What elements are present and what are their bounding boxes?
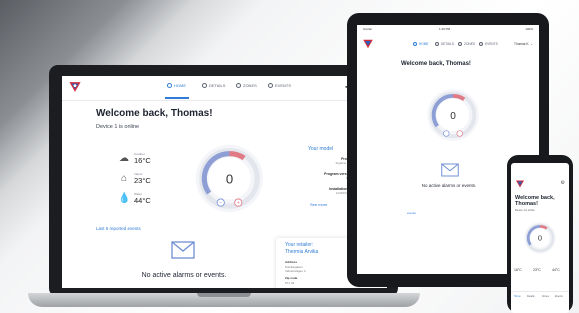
settings-icon[interactable]: ⚙ bbox=[561, 180, 565, 186]
cloud-icon: ☁ bbox=[119, 153, 129, 164]
svg-text:+: + bbox=[237, 200, 240, 206]
weather-indoor: ⌂ Indoor 23°C bbox=[118, 172, 151, 185]
retailer-card: Your retailer: Thermia Arvika Address Sn… bbox=[276, 238, 358, 288]
thermia-logo-icon[interactable] bbox=[515, 179, 525, 189]
nav-item-home[interactable]: HOME bbox=[167, 83, 186, 88]
weather-outdoor: ☁ Outdoor 16°C bbox=[118, 152, 151, 165]
tab-home[interactable]: Home bbox=[514, 295, 521, 298]
thermia-logo-icon[interactable] bbox=[68, 80, 82, 94]
spec-program: Program version 8.73 bbox=[292, 172, 352, 180]
drop-icon: 💧 bbox=[118, 193, 131, 204]
top-nav: HOME DETAILS ZONES EVENTS ● Thomas K. ⌄ bbox=[62, 76, 387, 101]
spec-value: Sigaline 361 bbox=[335, 161, 352, 165]
device-status: Device 1 is online bbox=[96, 124, 140, 130]
thermia-logo-icon[interactable] bbox=[362, 38, 374, 50]
model-title: Your model bbox=[308, 146, 334, 152]
envelope-icon bbox=[441, 163, 459, 177]
events-icon bbox=[479, 42, 483, 46]
reported-events-link[interactable]: Last 5 reported events bbox=[96, 226, 141, 231]
laptop-screen: HOME DETAILS ZONES EVENTS ● Thomas K. ⌄ … bbox=[62, 76, 387, 288]
home-icon bbox=[413, 42, 417, 46]
nav-item-events[interactable]: EVENTS bbox=[479, 42, 498, 46]
laptop-notch bbox=[197, 293, 251, 297]
temperature-gauge[interactable]: 0 − + bbox=[193, 142, 266, 215]
nav-item-events[interactable]: EVENTS bbox=[268, 83, 291, 88]
page-title: Welcome back, Thomas! bbox=[515, 195, 555, 207]
address-line: Industrivägen 4 bbox=[285, 269, 306, 273]
temperature-gauge[interactable]: 0 bbox=[523, 221, 557, 255]
no-alarms-message: No active alarms or events. bbox=[141, 272, 227, 279]
details-icon bbox=[202, 83, 207, 88]
home-icon bbox=[167, 83, 172, 88]
nav-label: HOME bbox=[419, 42, 429, 46]
envelope-icon bbox=[171, 241, 195, 259]
tab-details[interactable]: Details bbox=[527, 295, 535, 298]
see-more-link[interactable]: See more bbox=[310, 202, 327, 207]
active-tab-indicator bbox=[165, 97, 189, 99]
nav-label: DETAILS bbox=[441, 42, 455, 46]
gauge-value: 0 bbox=[226, 172, 233, 187]
zones-icon bbox=[458, 42, 462, 46]
address-label: Address bbox=[285, 260, 298, 264]
page-title: Welcome back, Thomas! bbox=[96, 108, 213, 119]
no-alarms-message: No active alarms or events. bbox=[421, 183, 477, 188]
weather-value: 16°C bbox=[134, 156, 151, 165]
weather-water: 💧 Water 44°C bbox=[118, 192, 151, 205]
gauge-value: 0 bbox=[450, 111, 456, 122]
spec-value: 8.73 bbox=[292, 176, 352, 180]
decrease-button[interactable] bbox=[443, 130, 450, 137]
nav-label: ZONES bbox=[243, 83, 257, 88]
nav-item-zones[interactable]: ZONES bbox=[458, 42, 475, 46]
nav-item-home[interactable]: HOME bbox=[413, 42, 429, 46]
weather-value: 23°C bbox=[134, 176, 151, 185]
spec-profile: Profile Sigaline 361 bbox=[292, 157, 352, 165]
user-name: Thomas K. bbox=[514, 42, 530, 46]
spec-installation: Installation ID 12345XXXX bbox=[292, 187, 352, 195]
status-bar: Carrier 1:40 PM 100% bbox=[357, 25, 539, 33]
nav-label: ZONES bbox=[464, 42, 475, 46]
tab-zones[interactable]: Zones bbox=[542, 295, 549, 298]
svg-text:−: − bbox=[219, 200, 222, 206]
events-link[interactable]: events bbox=[407, 211, 416, 215]
nav-item-zones[interactable]: ZONES bbox=[236, 83, 257, 88]
weather-outdoor: 16°C bbox=[514, 268, 522, 272]
house-icon: ⌂ bbox=[120, 173, 128, 184]
nav-label: EVENTS bbox=[485, 42, 498, 46]
increase-button[interactable] bbox=[456, 130, 463, 137]
zipcode-value: 671 34 bbox=[285, 281, 295, 285]
battery-level: 100% bbox=[525, 27, 533, 31]
details-icon bbox=[435, 42, 439, 46]
phone-screen: ⚙ Welcome back, Thomas! Device 1 is onli… bbox=[511, 163, 569, 313]
weather-indoor: 23°C bbox=[533, 268, 541, 272]
nav-item-details[interactable]: DETAILS bbox=[202, 83, 225, 88]
weather-value: 44°C bbox=[134, 196, 151, 205]
nav-label: DETAILS bbox=[209, 83, 226, 88]
nav-item-details[interactable]: DETAILS bbox=[435, 42, 454, 46]
nav-label: EVENTS bbox=[275, 83, 292, 88]
device-status: Device 1 is online bbox=[515, 209, 535, 212]
nav-label: HOME bbox=[174, 83, 186, 88]
chevron-down-icon: ⌄ bbox=[530, 42, 533, 46]
carrier-label: Carrier bbox=[363, 27, 373, 31]
tab-events[interactable]: Events bbox=[555, 295, 563, 298]
weather-water: 44°C bbox=[552, 268, 560, 272]
spec-value: 12345XXXX bbox=[335, 191, 352, 195]
events-icon bbox=[268, 83, 273, 88]
user-menu[interactable]: Thomas K. ⌄ bbox=[514, 42, 533, 46]
status-time: 1:40 PM bbox=[439, 27, 451, 31]
zipcode-label: Zip code bbox=[285, 276, 298, 280]
bottom-tab-bar: Home Details Zones Events bbox=[511, 291, 569, 306]
zones-icon bbox=[236, 83, 241, 88]
gauge-value: 0 bbox=[538, 234, 542, 243]
retailer-name: Thermia Arvika bbox=[285, 249, 319, 255]
retailer-title: Your retailer: bbox=[285, 242, 314, 248]
welcome-line: Thomas! bbox=[515, 201, 538, 207]
temperature-gauge[interactable]: 0 bbox=[425, 87, 481, 143]
page-title: Welcome back, Thomas! bbox=[401, 61, 471, 67]
